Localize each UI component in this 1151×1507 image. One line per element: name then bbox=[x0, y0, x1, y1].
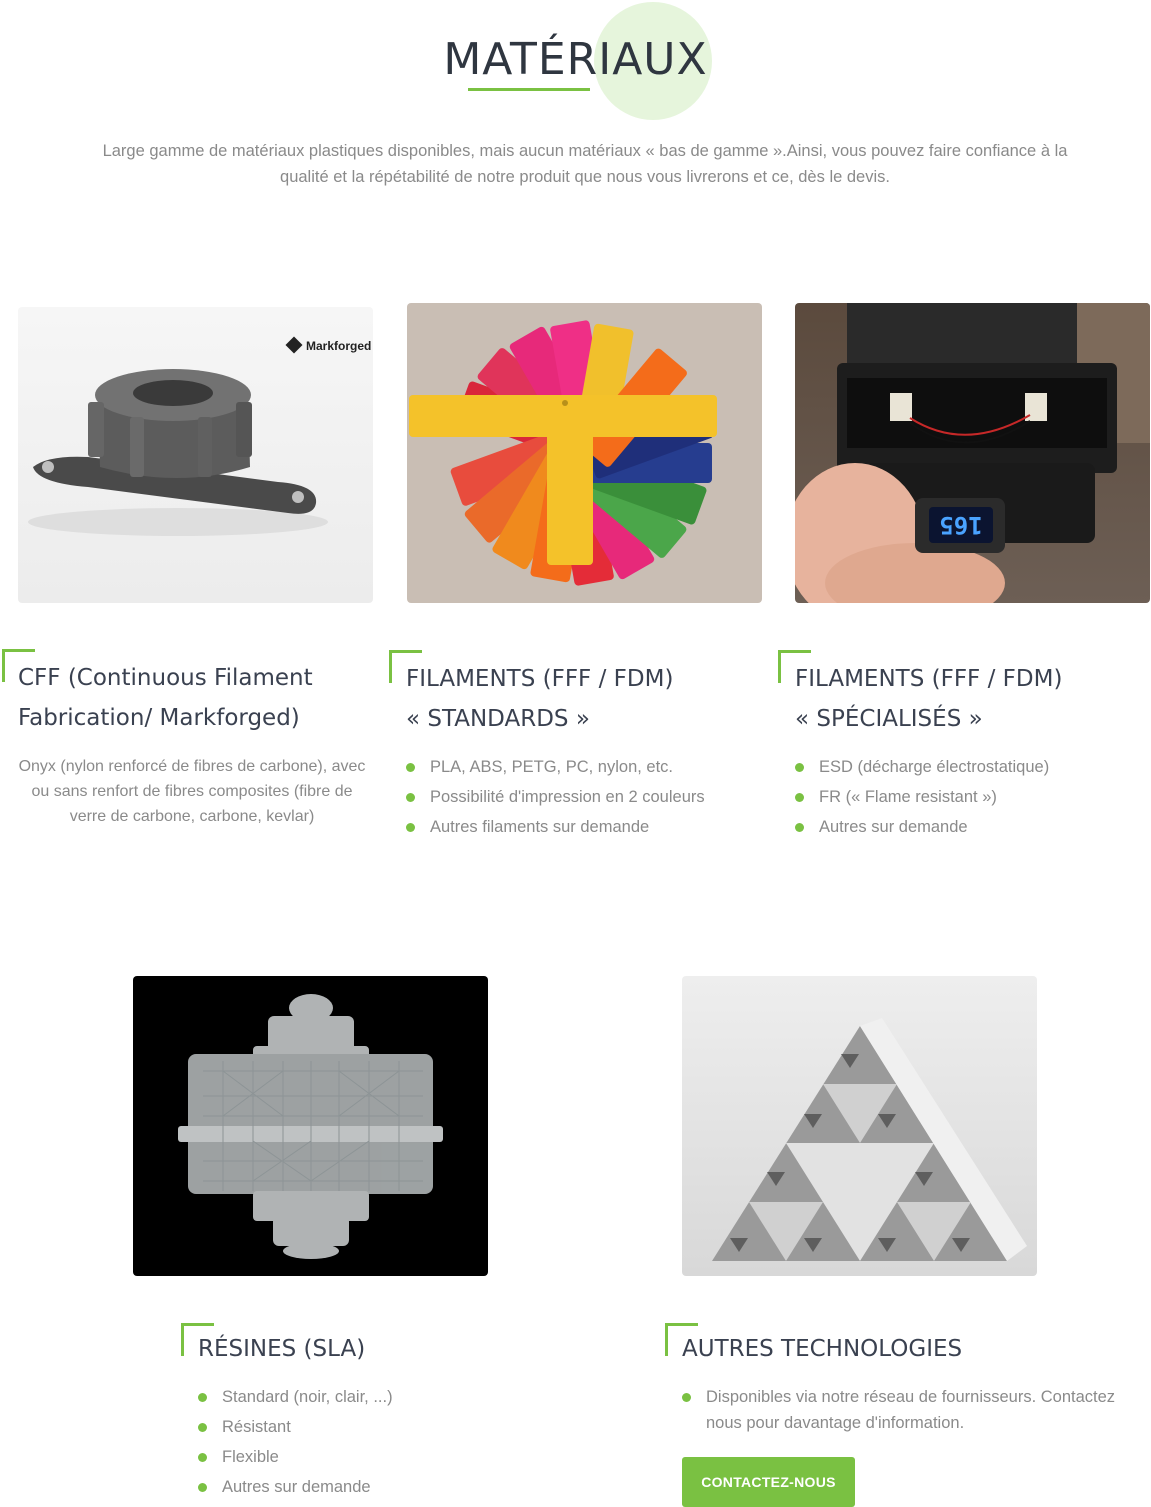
list-item: Autres sur demande bbox=[198, 1472, 498, 1502]
page-title: MATÉRIAUX bbox=[443, 34, 708, 85]
resin-part-image bbox=[133, 976, 488, 1276]
list-item-text: PLA, ABS, PETG, PC, nylon, etc. bbox=[430, 758, 674, 776]
feature-list-resines: Standard (noir, clair, ...) Résistant Fl… bbox=[198, 1382, 498, 1502]
markforged-logo-text: Markforged bbox=[306, 339, 371, 353]
card-title-filaments-specialises: FILAMENTS (FFF / FDM) « SPÉCIALISÉS » bbox=[795, 659, 1150, 739]
bullet-icon bbox=[795, 793, 804, 802]
contact-button[interactable]: CONTACTEZ-NOUS bbox=[682, 1457, 855, 1507]
list-item: PLA, ABS, PETG, PC, nylon, etc. bbox=[406, 752, 766, 782]
card-title-line: « STANDARDS » bbox=[406, 706, 590, 732]
sierpinski-part-image bbox=[682, 976, 1037, 1276]
card-title-cff: CFF (Continuous Filament Fabrication/ Ma… bbox=[18, 658, 378, 738]
bullet-icon bbox=[406, 823, 415, 832]
list-item: FR (« Flame resistant ») bbox=[795, 782, 1150, 812]
list-item-text: Autres sur demande bbox=[819, 818, 968, 836]
list-item: ESD (décharge électrostatique) bbox=[795, 752, 1150, 782]
bullet-icon bbox=[795, 823, 804, 832]
list-item-text: Disponibles via notre réseau de fourniss… bbox=[706, 1388, 1116, 1432]
bullet-icon bbox=[406, 793, 415, 802]
list-item: Résistant bbox=[198, 1412, 498, 1442]
list-item-text: Résistant bbox=[222, 1418, 291, 1436]
bullet-icon bbox=[198, 1393, 207, 1402]
bullet-icon bbox=[198, 1453, 207, 1462]
bullet-icon bbox=[406, 763, 415, 772]
list-item-text: Autres sur demande bbox=[222, 1478, 371, 1496]
bullet-icon bbox=[198, 1423, 207, 1432]
feature-list-autres: Disponibles via notre réseau de fourniss… bbox=[682, 1384, 1122, 1436]
list-item: Standard (noir, clair, ...) bbox=[198, 1382, 498, 1412]
cff-part-image: Markforged bbox=[18, 307, 373, 603]
display-reading: 165 bbox=[939, 511, 982, 539]
card-title-line: FILAMENTS (FFF / FDM) bbox=[795, 666, 1063, 692]
list-item-text: ESD (décharge électrostatique) bbox=[819, 758, 1050, 776]
list-item-text: Standard (noir, clair, ...) bbox=[222, 1388, 393, 1406]
card-desc-cff: Onyx (nylon renforcé de fibres de carbon… bbox=[18, 758, 366, 825]
list-item-text: Flexible bbox=[222, 1448, 279, 1466]
filament-swatches-image bbox=[407, 303, 762, 603]
card-title-line: FILAMENTS (FFF / FDM) bbox=[406, 666, 674, 692]
card-title-filaments-standards: FILAMENTS (FFF / FDM) « STANDARDS » bbox=[406, 659, 766, 739]
list-item: Possibilité d'impression en 2 couleurs bbox=[406, 782, 766, 812]
card-title-resines: RÉSINES (SLA) bbox=[198, 1336, 366, 1362]
title-underline bbox=[468, 88, 590, 91]
list-item: Disponibles via notre réseau de fourniss… bbox=[682, 1384, 1122, 1436]
page-intro: Large gamme de matériaux plastiques disp… bbox=[102, 142, 1068, 186]
bullet-icon bbox=[682, 1393, 691, 1402]
list-item-text: Autres filaments sur demande bbox=[430, 818, 650, 836]
feature-list-specialises: ESD (décharge électrostatique) FR (« Fla… bbox=[795, 752, 1150, 842]
list-item: Autres sur demande bbox=[795, 812, 1150, 842]
bullet-icon bbox=[198, 1483, 207, 1492]
list-item-text: Possibilité d'impression en 2 couleurs bbox=[430, 788, 705, 806]
card-title-line: CFF (Continuous Filament bbox=[18, 665, 313, 691]
card-title-autres-technologies: AUTRES TECHNOLOGIES bbox=[682, 1336, 963, 1362]
card-title-line: « SPÉCIALISÉS » bbox=[795, 706, 983, 732]
list-item: Flexible bbox=[198, 1442, 498, 1472]
bullet-icon bbox=[795, 763, 804, 772]
esd-sensor-image: 165 bbox=[795, 303, 1150, 603]
list-item-text: FR (« Flame resistant ») bbox=[819, 788, 997, 806]
list-item: Autres filaments sur demande bbox=[406, 812, 766, 842]
feature-list-standards: PLA, ABS, PETG, PC, nylon, etc. Possibil… bbox=[406, 752, 766, 842]
card-title-line: Fabrication/ Markforged) bbox=[18, 705, 300, 731]
